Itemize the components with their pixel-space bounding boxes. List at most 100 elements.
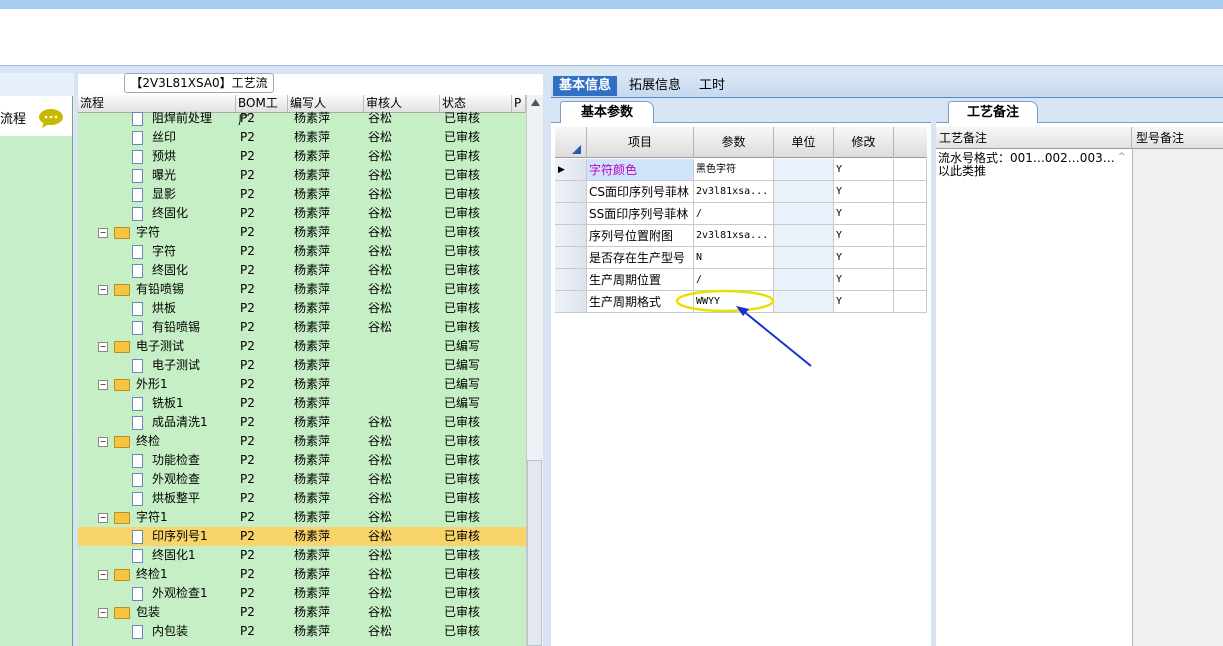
tree-row[interactable]: 预烘 P2 杨素萍 谷松 已审核 xyxy=(78,147,526,166)
collapse-icon[interactable]: − xyxy=(98,228,108,238)
grid-cell-modify[interactable]: Y xyxy=(834,269,894,291)
tree-scrollbar-thumb[interactable] xyxy=(527,460,542,646)
tree-row[interactable]: − 有铅喷锡 P2 杨素萍 谷松 已审核 xyxy=(78,280,526,299)
grid-cell-unit[interactable] xyxy=(774,203,834,225)
tab-basic-params[interactable]: 基本参数 xyxy=(560,101,654,123)
tree-row[interactable]: 终固化1 P2 杨素萍 谷松 已审核 xyxy=(78,546,526,565)
grid-cell-item[interactable]: SS面印序列号菲林 xyxy=(587,203,694,225)
collapse-icon[interactable]: − xyxy=(98,608,108,618)
folder-icon xyxy=(114,436,130,448)
grid-cell-unit[interactable] xyxy=(774,225,834,247)
tree-row[interactable]: 终固化 P2 杨素萍 谷松 已审核 xyxy=(78,261,526,280)
tree-row[interactable]: 铣板1 P2 杨素萍 已编写 xyxy=(78,394,526,413)
grid-cell-filler[interactable] xyxy=(894,269,927,291)
grid-cell-filler[interactable] xyxy=(894,159,927,181)
grid-cell-unit[interactable] xyxy=(774,247,834,269)
tree-row[interactable]: 内包装 P2 杨素萍 谷松 已审核 xyxy=(78,622,526,641)
grid-row-header[interactable] xyxy=(555,203,587,225)
grid-row-header[interactable] xyxy=(555,291,587,313)
grid-header-unit[interactable]: 单位 xyxy=(774,127,834,158)
tree-row[interactable]: − 字符 P2 杨素萍 谷松 已审核 xyxy=(78,223,526,242)
grid-cell-unit[interactable] xyxy=(774,159,834,181)
tree-cell-reviewer: 谷松 xyxy=(368,624,393,638)
tree-row[interactable]: 终固化 P2 杨素萍 谷松 已审核 xyxy=(78,204,526,223)
tree-node-name: 印序列号1 xyxy=(152,529,208,543)
tree-row[interactable]: 印序列号1 P2 杨素萍 谷松 已审核 xyxy=(78,527,526,546)
tab-process-remark[interactable]: 工艺备注 xyxy=(948,101,1038,123)
grid-corner[interactable] xyxy=(555,127,587,158)
document-icon xyxy=(132,245,143,259)
document-icon xyxy=(132,587,143,601)
collapse-icon[interactable]: − xyxy=(98,513,108,523)
grid-cell-param[interactable]: / xyxy=(694,203,774,225)
tree-cell-status: 已审核 xyxy=(444,301,481,315)
tree-node-name: 内包装 xyxy=(152,624,189,638)
process-remark-text[interactable]: 流水号格式：001…002…003…以此类推 xyxy=(938,152,1118,178)
tree-row[interactable]: 电子测试 P2 杨素萍 已编写 xyxy=(78,356,526,375)
grid-row-header[interactable] xyxy=(555,247,587,269)
grid-header-item[interactable]: 项目 xyxy=(587,127,694,158)
grid-row-header[interactable] xyxy=(555,181,587,203)
tree-cell-bom: P2 xyxy=(240,187,255,201)
grid-row-header[interactable] xyxy=(555,269,587,291)
grid-cell-filler[interactable] xyxy=(894,225,927,247)
tree-row[interactable]: 有铅喷锡 P2 杨素萍 谷松 已审核 xyxy=(78,318,526,337)
grid-cell-param[interactable]: 2v3l81xsa... xyxy=(694,225,774,247)
left-nav-item[interactable]: 流程 xyxy=(0,96,72,136)
grid-cell-filler[interactable] xyxy=(894,291,927,313)
grid-row-header[interactable] xyxy=(555,225,587,247)
scroll-up-icon[interactable] xyxy=(531,99,540,106)
tree-row[interactable]: − 电子测试 P2 杨素萍 已编写 xyxy=(78,337,526,356)
grid-cell-item[interactable]: CS面印序列号菲林 xyxy=(587,181,694,203)
grid-cell-param[interactable]: 黑色字符 xyxy=(694,159,774,181)
tree-row[interactable]: − 字符1 P2 杨素萍 谷松 已审核 xyxy=(78,508,526,527)
remark-scroll-up-icon[interactable]: ^ xyxy=(1118,152,1130,166)
grid-cell-modify[interactable]: Y xyxy=(834,225,894,247)
tree-row[interactable]: 曝光 P2 杨素萍 谷松 已审核 xyxy=(78,166,526,185)
grid-cell-unit[interactable] xyxy=(774,181,834,203)
grid-header-modify[interactable]: 修改 xyxy=(834,127,894,158)
folder-icon xyxy=(114,284,130,296)
collapse-icon[interactable]: − xyxy=(98,285,108,295)
tree-cell-writer: 杨素萍 xyxy=(294,282,331,296)
model-remark-field[interactable] xyxy=(1132,149,1223,646)
tree-row[interactable]: − 终检 P2 杨素萍 谷松 已审核 xyxy=(78,432,526,451)
tree-row[interactable]: 显影 P2 杨素萍 谷松 已审核 xyxy=(78,185,526,204)
grid-cell-item[interactable]: 是否存在生产型号 xyxy=(587,247,694,269)
grid-cell-filler[interactable] xyxy=(894,203,927,225)
grid-cell-modify[interactable]: Y xyxy=(834,247,894,269)
tree-row[interactable]: 丝印 P2 杨素萍 谷松 已审核 xyxy=(78,128,526,147)
collapse-icon[interactable]: − xyxy=(98,570,108,580)
tree-row[interactable]: 烘板整平 P2 杨素萍 谷松 已审核 xyxy=(78,489,526,508)
grid-cell-item[interactable]: 字符颜色 xyxy=(587,159,694,181)
grid-row-header[interactable]: ▶ xyxy=(555,159,587,181)
tree-row[interactable]: − 外形1 P2 杨素萍 已编写 xyxy=(78,375,526,394)
tab-work-hours[interactable]: 工时 xyxy=(693,76,731,96)
middle-splitter[interactable] xyxy=(543,73,551,646)
collapse-icon[interactable]: − xyxy=(98,342,108,352)
tree-row[interactable]: 字符 P2 杨素萍 谷松 已审核 xyxy=(78,242,526,261)
tab-extended-info[interactable]: 拓展信息 xyxy=(623,76,687,96)
tree-row[interactable]: − 包装 P2 杨素萍 谷松 已审核 xyxy=(78,603,526,622)
tab-basic-info[interactable]: 基本信息 xyxy=(553,76,618,96)
grid-cell-param[interactable]: N xyxy=(694,247,774,269)
grid-cell-item[interactable]: 序列号位置附图 xyxy=(587,225,694,247)
collapse-icon[interactable]: − xyxy=(98,380,108,390)
grid-cell-modify[interactable]: Y xyxy=(834,159,894,181)
tree-row[interactable]: 外观检查1 P2 杨素萍 谷松 已审核 xyxy=(78,584,526,603)
grid-cell-filler[interactable] xyxy=(894,247,927,269)
tree-cell-status: 已审核 xyxy=(444,263,481,277)
tree-row[interactable]: 阻焊前处理 P2 杨素萍 谷松 已审核 xyxy=(78,109,526,128)
grid-cell-modify[interactable]: Y xyxy=(834,181,894,203)
tree-row[interactable]: 功能检查 P2 杨素萍 谷松 已审核 xyxy=(78,451,526,470)
grid-cell-param[interactable]: 2v3l81xsa... xyxy=(694,181,774,203)
grid-cell-filler[interactable] xyxy=(894,181,927,203)
grid-cell-modify[interactable]: Y xyxy=(834,291,894,313)
tree-row[interactable]: 外观检查 P2 杨素萍 谷松 已审核 xyxy=(78,470,526,489)
tree-row[interactable]: 烘板 P2 杨素萍 谷松 已审核 xyxy=(78,299,526,318)
tree-row[interactable]: − 终检1 P2 杨素萍 谷松 已审核 xyxy=(78,565,526,584)
grid-cell-modify[interactable]: Y xyxy=(834,203,894,225)
tree-row[interactable]: 成品清洗1 P2 杨素萍 谷松 已审核 xyxy=(78,413,526,432)
collapse-icon[interactable]: − xyxy=(98,437,108,447)
grid-header-param[interactable]: 参数 xyxy=(694,127,774,158)
